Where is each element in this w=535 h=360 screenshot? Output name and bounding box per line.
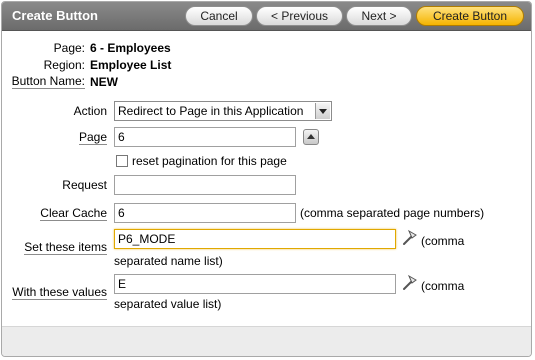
button-name-value: NEW <box>90 75 118 89</box>
cancel-button[interactable]: Cancel <box>185 6 253 26</box>
clear-cache-label[interactable]: Clear Cache <box>40 206 107 221</box>
page-info-value: 6 - Employees <box>90 41 171 55</box>
region-info-label: Region: <box>43 58 85 72</box>
page-info-label: Page: <box>53 41 85 55</box>
flashlight-icon[interactable] <box>400 274 418 292</box>
button-name-label: Button Name: <box>11 74 85 89</box>
with-values-hint-1: (comma <box>421 279 465 293</box>
set-items-hint-1: (comma <box>421 234 465 248</box>
reset-pagination-checkbox[interactable] <box>116 155 128 167</box>
reset-pagination-label: reset pagination for this page <box>132 154 287 168</box>
popup-list-icon[interactable] <box>303 129 319 145</box>
previous-button[interactable]: < Previous <box>256 6 343 26</box>
form-body: Page: 6 - Employees Region: Employee Lis… <box>2 31 531 329</box>
action-select-value: Redirect to Page in this Application <box>118 104 304 118</box>
page-input[interactable] <box>114 127 296 147</box>
next-button[interactable]: Next > <box>346 6 412 26</box>
set-items-input[interactable] <box>114 229 396 249</box>
action-select[interactable]: Redirect to Page in this Application <box>114 101 332 121</box>
with-values-hint-2: separated value list) <box>114 297 222 311</box>
page-label[interactable]: Page <box>78 130 107 145</box>
set-items-hint-2: separated name list) <box>114 254 223 268</box>
panel-title: Create Button <box>12 8 98 23</box>
flashlight-icon[interactable] <box>400 229 418 247</box>
panel-footer <box>2 326 531 356</box>
panel-header: Create Button Cancel < Previous Next > C… <box>2 2 531 31</box>
with-values-input[interactable] <box>114 274 396 294</box>
request-input[interactable] <box>114 175 296 195</box>
action-label: Action <box>73 104 107 118</box>
create-button-panel: Create Button Cancel < Previous Next > C… <box>1 1 532 357</box>
clear-cache-hint: (comma separated page numbers) <box>300 206 485 220</box>
create-button[interactable]: Create Button <box>416 6 524 26</box>
region-info-value: Employee List <box>90 58 172 72</box>
chevron-down-icon <box>315 103 330 119</box>
clear-cache-input[interactable] <box>114 203 296 223</box>
set-items-label[interactable]: Set these items <box>24 240 107 255</box>
with-values-label[interactable]: With these values <box>12 285 107 300</box>
request-label: Request <box>62 178 107 192</box>
